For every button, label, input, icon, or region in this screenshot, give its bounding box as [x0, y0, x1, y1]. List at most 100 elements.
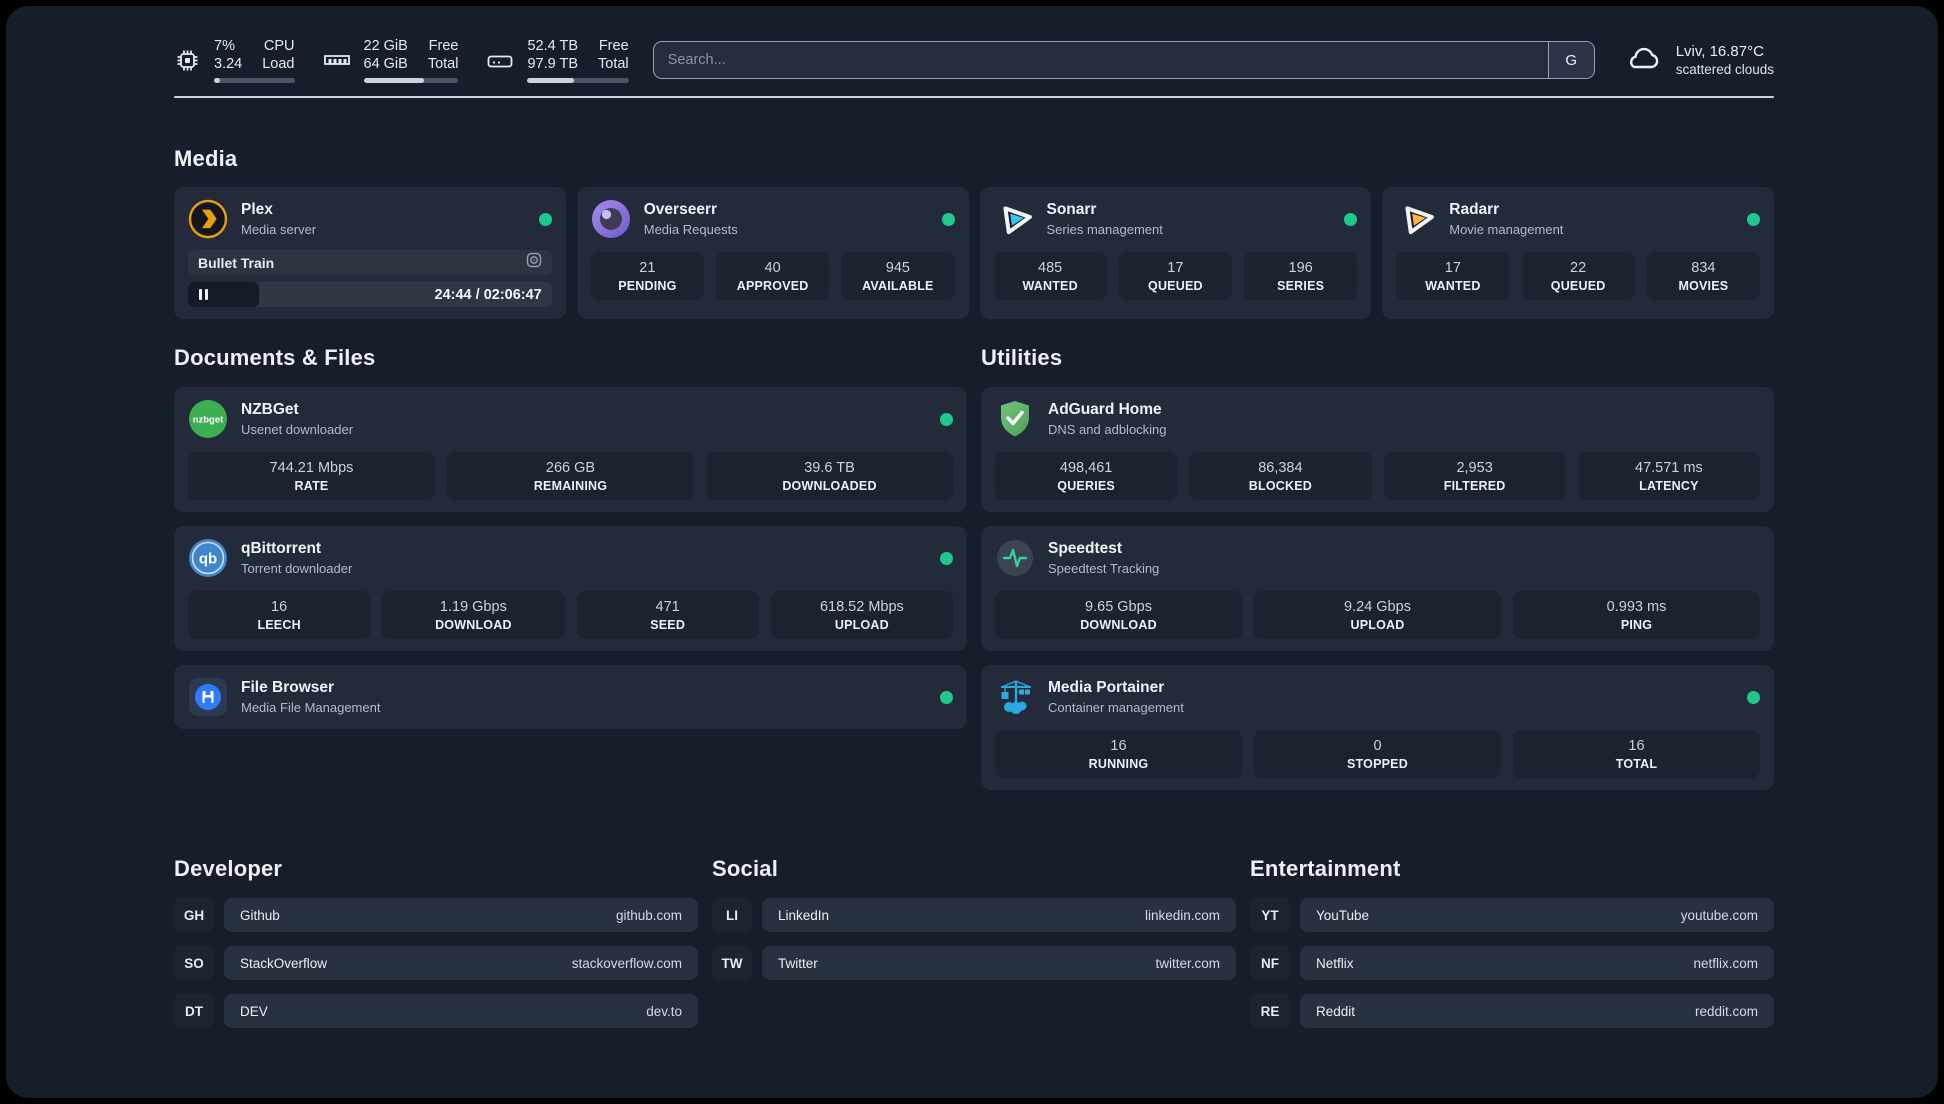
github-icon: GH: [174, 898, 214, 932]
reddit-icon: RE: [1250, 994, 1290, 1028]
disk-icon: [486, 47, 514, 74]
stat-downloaded: 39.6 TB DOWNLOADED: [706, 452, 953, 500]
app-description: Container management: [1048, 700, 1184, 715]
now-playing-title: Bullet Train: [198, 254, 275, 271]
section-title-media: Media: [174, 146, 238, 171]
app-card-portainer[interactable]: Media Portainer Container management 16 R…: [981, 665, 1774, 790]
search-bar: G: [652, 41, 1595, 79]
link-url: linkedin.com: [1144, 907, 1220, 923]
nzbget-icon: nzbget: [188, 399, 228, 439]
ram-icon: [323, 47, 351, 74]
stackoverflow-icon: SO: [174, 946, 214, 980]
cpu-usage-label: CPU: [263, 38, 295, 54]
app-description: Torrent downloader: [241, 561, 353, 576]
stat-download: 9.65 Gbps DOWNLOAD: [995, 591, 1242, 639]
app-card-sonarr[interactable]: Sonarr Series management 485 WANTED 17 QUE…: [979, 187, 1372, 319]
link-name: StackOverflow: [240, 955, 328, 971]
section-utilities: Utilities AdGuard Home DNS and adblockin…: [981, 345, 1774, 790]
status-dot: [1747, 212, 1760, 226]
storage-total-value: 97.9 TB: [527, 56, 579, 72]
section-title-utilities: Utilities: [981, 345, 1063, 370]
stat-upload: 9.24 Gbps UPLOAD: [1254, 591, 1501, 639]
stat-movies: 834 MOVIES: [1646, 252, 1760, 300]
storage-free-value: 52.4 TB: [527, 38, 579, 54]
netflix-icon: NF: [1250, 946, 1290, 980]
link-github[interactable]: GH Github github.com: [174, 898, 698, 932]
app-card-qbittorrent[interactable]: qb qBittorrent Torrent downloader 16 LEEC…: [174, 526, 967, 651]
app-name: Plex: [241, 201, 273, 218]
status-dot: [940, 412, 953, 426]
cpu-load-label: Load: [262, 56, 295, 72]
qbittorrent-icon: qb: [188, 538, 228, 578]
link-netflix[interactable]: NF Netflix netflix.com: [1250, 946, 1774, 980]
stat-filtered: 2,953 FILTERED: [1383, 452, 1566, 500]
stat-series: 196 SERIES: [1244, 252, 1358, 300]
storage-stat: 52.4 TB Free 97.9 TB Total: [486, 37, 629, 83]
plex-icon: [188, 199, 228, 239]
link-url: dev.to: [646, 1003, 682, 1019]
section-entertainment: Entertainment YT YouTube youtube.com NF …: [1250, 856, 1774, 1028]
section-title-documents: Documents & Files: [174, 345, 376, 370]
app-name: Media Portainer: [1048, 679, 1165, 696]
app-name: Overseerr: [643, 201, 718, 218]
pause-icon[interactable]: [199, 289, 208, 300]
search-engine-button[interactable]: G: [1547, 42, 1594, 78]
app-description: Media File Management: [241, 700, 381, 715]
status-dot: [940, 690, 953, 704]
stat-total: 16 TOTAL: [1513, 730, 1760, 778]
section-documents: Documents & Files nzbget NZBGet Usenet d: [174, 345, 967, 729]
stat-queued: 22 QUEUED: [1521, 252, 1635, 300]
adguard-icon: [995, 399, 1035, 439]
memory-total-value: 64 GiB: [363, 56, 408, 72]
link-twitter[interactable]: TW Twitter twitter.com: [712, 946, 1236, 980]
app-card-adguard[interactable]: AdGuard Home DNS and adblocking 498,461 Q…: [981, 387, 1774, 512]
playback-progress-bar[interactable]: 24:44 / 02:06:47: [188, 282, 552, 307]
stat-upload: 618.52 Mbps UPLOAD: [770, 591, 953, 639]
linkedin-icon: LI: [712, 898, 752, 932]
app-description: DNS and adblocking: [1048, 422, 1167, 437]
app-card-plex[interactable]: Plex Media server Bullet Train 24:44 / 0…: [174, 187, 566, 319]
overseerr-icon: [591, 199, 631, 239]
app-card-nzbget[interactable]: nzbget NZBGet Usenet downloader 744.21 M…: [174, 387, 967, 512]
link-name: Github: [240, 907, 280, 923]
stat-seed: 471 SEED: [576, 591, 759, 639]
stat-available: 945 AVAILABLE: [841, 252, 955, 300]
app-card-speedtest[interactable]: Speedtest Speedtest Tracking 9.65 Gbps DO…: [981, 526, 1774, 651]
app-name: NZBGet: [241, 401, 299, 418]
stat-approved: 40 APPROVED: [716, 252, 830, 300]
app-name: AdGuard Home: [1048, 401, 1162, 418]
link-url: netflix.com: [1693, 955, 1758, 971]
section-title-social: Social: [712, 856, 779, 881]
svg-text:nzbget: nzbget: [193, 415, 224, 426]
system-stats: 7% CPU 3.24 Load 22 GiB Free 64 GiB Tota…: [174, 37, 629, 83]
playback-elapsed-fill: [188, 282, 259, 307]
link-youtube[interactable]: YT YouTube youtube.com: [1250, 898, 1774, 932]
section-social: Social LI LinkedIn linkedin.com TW Twitt…: [712, 856, 1236, 980]
app-card-filebrowser[interactable]: File Browser Media File Management: [174, 665, 967, 729]
link-url: github.com: [615, 907, 682, 923]
app-card-overseerr[interactable]: Overseerr Media Requests 21 PENDING 40 APP…: [576, 187, 969, 319]
link-url: stackoverflow.com: [571, 955, 682, 971]
link-url: youtube.com: [1680, 907, 1758, 923]
app-card-radarr[interactable]: Radarr Movie management 17 WANTED 22 QUEUE…: [1382, 187, 1774, 319]
link-reddit[interactable]: RE Reddit reddit.com: [1250, 994, 1774, 1028]
link-stackoverflow[interactable]: SO StackOverflow stackoverflow.com: [174, 946, 698, 980]
portainer-icon: [995, 677, 1035, 717]
memory-stat: 22 GiB Free 64 GiB Total: [323, 37, 459, 83]
storage-free-label: Free: [598, 38, 629, 54]
speedtest-icon: [995, 538, 1035, 578]
cpu-progress-bar: [214, 78, 295, 83]
link-dev[interactable]: DT DEV dev.to: [174, 994, 698, 1028]
stat-remaining: 266 GB REMAINING: [447, 452, 694, 500]
topbar-divider: [174, 96, 1774, 98]
link-linkedin[interactable]: LI LinkedIn linkedin.com: [712, 898, 1236, 932]
app-description: Speedtest Tracking: [1048, 561, 1160, 576]
app-name: Sonarr: [1046, 201, 1097, 218]
cpu-icon: [174, 47, 201, 74]
status-dot: [538, 212, 552, 226]
sonarr-icon: [994, 199, 1034, 239]
section-title-entertainment: Entertainment: [1250, 856, 1401, 881]
link-name: Twitter: [778, 955, 818, 971]
stat-download: 1.19 Gbps DOWNLOAD: [382, 591, 565, 639]
search-input[interactable]: [653, 42, 1548, 78]
